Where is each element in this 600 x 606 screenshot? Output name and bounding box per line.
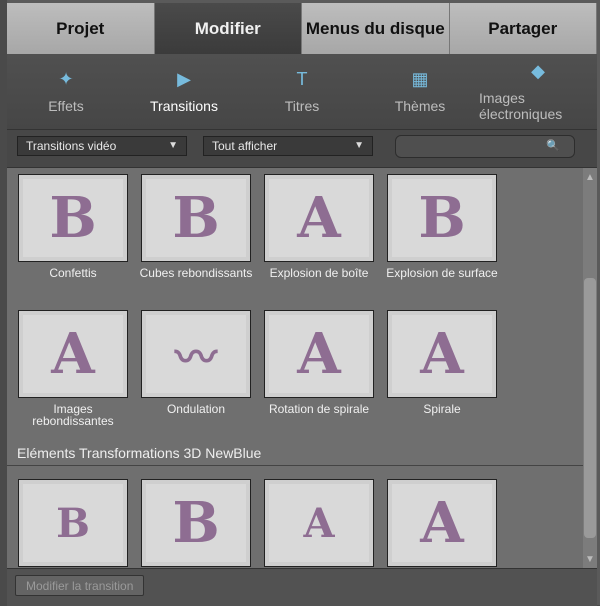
edit-toolbar: ✦ Effets ▶ Transitions T Titres ▦ Thèmes… bbox=[7, 54, 597, 130]
clip-art-icon: ◆ bbox=[531, 61, 545, 81]
transition-arrow-icon: ▶ bbox=[177, 69, 191, 89]
transition-confettis[interactable]: B Confettis bbox=[12, 174, 134, 279]
wave-thumb-icon: 〰 bbox=[174, 332, 217, 382]
titres-button[interactable]: T Titres bbox=[243, 54, 361, 129]
aaa-thumb-icon: A bbox=[303, 499, 335, 547]
transition-caption: Rotation de spirale bbox=[268, 402, 370, 416]
images-thumb-icon: A bbox=[51, 321, 95, 387]
transition-thumbnail: B bbox=[18, 174, 128, 262]
transition-newblue-1[interactable]: B bbox=[12, 479, 134, 567]
transition-thumbnail: 〰 bbox=[141, 310, 251, 398]
title-icon: T bbox=[296, 69, 308, 89]
tab-menus-du-disque[interactable]: Menus du disque bbox=[302, 3, 450, 54]
transition-newblue-2[interactable]: B bbox=[135, 479, 257, 567]
cubes-thumb-icon: B bbox=[172, 185, 220, 251]
section-header: Eléments Transformations 3D NewBlue bbox=[7, 440, 583, 466]
transitions-grid: B Confettis B Cubes rebondissants A Expl… bbox=[7, 168, 583, 568]
titres-label: Titres bbox=[284, 97, 320, 114]
transitions-button[interactable]: ▶ Transitions bbox=[125, 54, 243, 129]
transition-explosion-de-surface[interactable]: B Explosion de surface bbox=[381, 174, 503, 279]
tab-partager[interactable]: Partager bbox=[449, 3, 597, 54]
scroll-up-icon[interactable]: ▲ bbox=[583, 170, 597, 184]
transition-caption: Confettis bbox=[49, 266, 97, 280]
transition-spirale[interactable]: A Spirale bbox=[381, 310, 503, 415]
themes-label: Thèmes bbox=[394, 97, 446, 114]
chevron-down-icon: ▼ bbox=[168, 140, 178, 151]
rotation-thumb-icon: A bbox=[297, 321, 341, 387]
fx-icon: ✦ bbox=[58, 69, 74, 89]
transition-caption: Explosion de surface bbox=[386, 266, 498, 280]
transition-caption: Spirale bbox=[423, 402, 461, 416]
b-thumb-icon: B bbox=[172, 490, 220, 556]
themes-icon: ▦ bbox=[411, 69, 429, 89]
search-input[interactable]: 🔍 bbox=[395, 135, 575, 158]
themes-button[interactable]: ▦ Thèmes bbox=[361, 54, 479, 129]
transition-thumbnail: A bbox=[264, 479, 374, 567]
surface-thumb-icon: B bbox=[418, 185, 466, 251]
main-tabs: Projet Modifier Menus du disque Partager bbox=[7, 3, 597, 54]
filter-bar: Transitions vidéo ▼ Tout afficher ▼ 🔍 bbox=[7, 130, 597, 168]
transition-thumbnail: B bbox=[141, 479, 251, 567]
transition-caption: Explosion de boîte bbox=[269, 266, 369, 280]
transition-caption: Ondulation bbox=[166, 402, 226, 416]
transition-thumbnail: A bbox=[18, 310, 128, 398]
category-select[interactable]: Transitions vidéo ▼ bbox=[17, 136, 187, 156]
transition-ondulation[interactable]: 〰 Ondulation bbox=[135, 310, 257, 415]
transition-thumbnail: A bbox=[387, 310, 497, 398]
transition-cubes-rebondissants[interactable]: B Cubes rebondissants bbox=[135, 174, 257, 279]
search-icon: 🔍 bbox=[546, 140, 560, 152]
transition-thumbnail: A bbox=[387, 479, 497, 567]
tile-thumb-icon: B bbox=[56, 499, 90, 547]
transition-thumbnail: A bbox=[264, 310, 374, 398]
transition-explosion-de-boite[interactable]: A Explosion de boîte bbox=[258, 174, 380, 279]
transition-newblue-3[interactable]: A bbox=[258, 479, 380, 567]
transition-thumbnail: B bbox=[141, 174, 251, 262]
show-select[interactable]: Tout afficher ▼ bbox=[203, 136, 373, 156]
images-electroniques-label: Images électroniques bbox=[479, 89, 563, 122]
tab-projet[interactable]: Projet bbox=[7, 3, 155, 54]
effets-label: Effets bbox=[48, 97, 84, 114]
chevron-down-icon: ▼ bbox=[354, 140, 364, 151]
vertical-scrollbar[interactable]: ▲ ▼ bbox=[583, 168, 597, 568]
tab-modifier[interactable]: Modifier bbox=[154, 3, 302, 54]
transition-caption: Cubes rebondissants bbox=[139, 266, 253, 280]
transition-thumbnail: B bbox=[18, 479, 128, 567]
spiral-thumb-icon: A bbox=[420, 321, 464, 387]
flag-thumb-icon: A bbox=[420, 490, 464, 556]
images-electroniques-button[interactable]: ◆ Images électroniques bbox=[479, 54, 597, 129]
transition-thumbnail: B bbox=[387, 174, 497, 262]
box-thumb-icon: A bbox=[297, 185, 341, 251]
confetti-thumb-icon: B bbox=[49, 185, 97, 251]
scrollbar-thumb[interactable] bbox=[584, 278, 596, 538]
transition-newblue-4[interactable]: A bbox=[381, 479, 503, 567]
show-select-value: Tout afficher bbox=[212, 139, 278, 153]
transition-images-rebondissantes[interactable]: A Images rebondissantes bbox=[12, 310, 134, 427]
transition-caption: Images rebondissantes bbox=[32, 402, 114, 428]
transitions-label: Transitions bbox=[150, 97, 218, 114]
transition-rotation-de-spirale[interactable]: A Rotation de spirale bbox=[258, 310, 380, 415]
transition-thumbnail: A bbox=[264, 174, 374, 262]
modify-transition-button[interactable]: Modifier la transition bbox=[15, 575, 145, 596]
effets-button[interactable]: ✦ Effets bbox=[7, 54, 125, 129]
category-select-value: Transitions vidéo bbox=[26, 139, 117, 153]
scroll-down-icon[interactable]: ▼ bbox=[583, 552, 597, 566]
bottom-bar: Modifier la transition bbox=[7, 568, 597, 606]
